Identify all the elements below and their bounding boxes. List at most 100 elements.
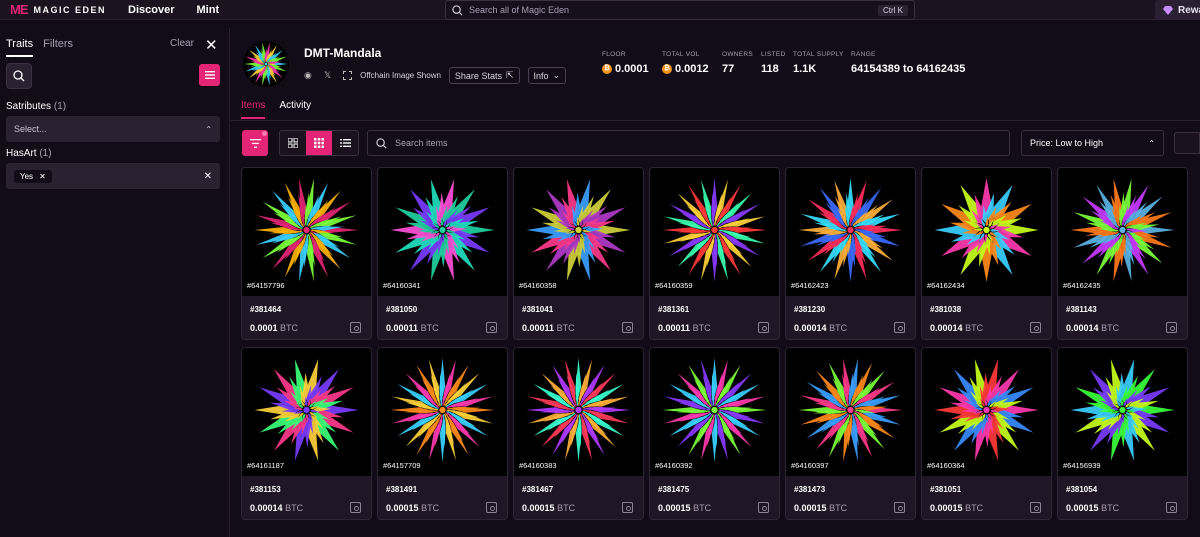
item-card[interactable]: #64160359 #381361 0.00011 BTC [649,167,780,340]
scan-icon[interactable] [1030,322,1041,333]
filter-toggle-button[interactable] [242,130,268,156]
share-icon: ⇱ [505,70,514,80]
nav-mint[interactable]: Mint [197,4,220,16]
item-card[interactable]: #64157796 #381464 0.0001 BTC [241,167,372,340]
item-price: 0.00014 BTC [1066,323,1120,333]
item-number: #381467 [522,485,554,494]
inscription-number: #64160383 [519,461,557,470]
inscription-number: #64162423 [791,281,829,290]
item-price: 0.0001 BTC [250,323,299,333]
inscription-number: #64162435 [1063,281,1101,290]
item-card[interactable]: #64157709 #381491 0.00015 BTC [377,347,508,520]
item-card[interactable]: #64160364 #381051 0.00015 BTC [921,347,1052,520]
extra-toolbar-button[interactable] [1174,132,1200,154]
items-search-input[interactable]: Search items [367,130,1010,156]
bitcoin-icon: ₿ [662,64,672,74]
close-icon[interactable]: ✕ [204,171,212,182]
info-button[interactable]: Info ⌄ [527,67,567,84]
scan-icon[interactable] [622,502,633,513]
info-label: Info [533,70,549,81]
item-artwork [242,348,371,476]
clear-button[interactable]: Clear [170,38,194,49]
item-card[interactable]: #64162435 #381143 0.00014 BTC [1057,167,1188,340]
divider [231,120,1200,121]
inscription-number: #64160392 [655,461,693,470]
x-icon[interactable]: 𝕏 [324,70,331,81]
search-icon [376,137,387,149]
scan-icon[interactable] [758,322,769,333]
list-view-toggle[interactable] [199,64,220,86]
inscription-number: #64160359 [655,281,693,290]
tab-activity[interactable]: Activity [279,100,311,119]
inscription-number: #64160364 [927,461,965,470]
rewards-button[interactable]: Rewa [1155,0,1200,20]
close-icon[interactable]: ✕ [205,36,218,54]
scan-icon[interactable] [1166,502,1177,513]
item-card[interactable]: #64156939 #381054 0.00015 BTC [1057,347,1188,520]
grid-large-view-button[interactable] [280,131,306,155]
item-card[interactable]: #64160358 #381041 0.00011 BTC [513,167,644,340]
discord-icon[interactable]: ◉ [304,70,312,81]
item-card[interactable]: #64160383 #381467 0.00015 BTC [513,347,644,520]
item-number: #381464 [250,305,282,314]
item-card[interactable]: #64162434 #381038 0.00014 BTC [921,167,1052,340]
satributes-select[interactable]: Select... ⌃ [6,116,220,142]
scan-icon[interactable] [1166,322,1177,333]
stat-value: 1.1K [793,63,817,75]
scan-icon[interactable] [350,322,361,333]
scan-icon[interactable] [486,502,497,513]
rewards-label: Rewa [1178,4,1200,16]
stat-label: TOTAL SUPPLY [793,51,844,58]
scan-icon[interactable] [486,322,497,333]
scan-icon[interactable] [350,502,361,513]
item-artwork [650,348,779,476]
scan-icon[interactable] [622,322,633,333]
collection-name: DMT-Mandala [304,46,382,60]
share-label: Share Stats [454,70,502,81]
item-artwork [378,348,507,476]
item-card[interactable]: #64160397 #381473 0.00015 BTC [785,347,916,520]
stat-value: 64154389 to 64162435 [851,63,966,75]
item-number: #381361 [658,305,690,314]
item-card[interactable]: #64160341 #381050 0.00011 BTC [377,167,508,340]
stat-range: RANGE 64154389 to 64162435 [851,51,965,75]
stat-label: LISTED [761,51,786,58]
tab-filters[interactable]: Filters [43,38,73,57]
scan-icon[interactable] [1030,502,1041,513]
item-artwork [1058,168,1187,296]
magic-eden-logo[interactable]: ME MAGIC EDEN [10,2,106,17]
share-stats-button[interactable]: Share Stats ⇱ [448,67,520,84]
view-mode-group [279,130,359,156]
item-card[interactable]: #64161187 #381153 0.00014 BTC [241,347,372,520]
items-search-placeholder: Search items [395,138,448,148]
selected-chip[interactable]: Yes ✕ [14,169,52,183]
item-price: 0.00011 BTC [658,323,711,333]
item-card[interactable]: #64162423 #381230 0.00014 BTC [785,167,916,340]
trait-search-button[interactable] [6,63,32,89]
inscription-number: #64161187 [247,461,284,470]
chevron-updown-icon: ⌃ [1148,138,1155,148]
offchain-label[interactable]: Offchain Image Shown [360,71,441,80]
hasart-select[interactable]: Yes ✕ ✕ [6,163,220,189]
tab-items[interactable]: Items [241,100,266,119]
scan-icon[interactable] [894,502,905,513]
scan-icon[interactable] [758,502,769,513]
item-number: #381475 [658,485,690,494]
sort-select[interactable]: Price: Low to High ⌃ [1021,130,1164,156]
list-view-button[interactable] [332,131,358,155]
close-icon[interactable]: ✕ [39,172,46,181]
item-card[interactable]: #64160392 #381475 0.00015 BTC [649,347,780,520]
scan-icon[interactable] [894,322,905,333]
stat-label: OWNERS [722,51,754,58]
inscription-number: #64157709 [383,461,421,470]
grid-small-view-button[interactable] [306,131,332,155]
stat-total-supply: TOTAL SUPPLY 1.1K [793,51,844,75]
nav-discover[interactable]: Discover [128,4,174,16]
item-number: #381051 [930,485,962,494]
list-icon [204,71,215,79]
global-search-input[interactable]: Search all of Magic Eden Ctrl K [445,0,915,20]
tab-traits[interactable]: Traits [6,38,34,57]
item-price: 0.00015 BTC [386,503,440,513]
global-search-placeholder: Search all of Magic Eden [469,5,570,15]
stat-value: 0.0001 [615,63,649,75]
